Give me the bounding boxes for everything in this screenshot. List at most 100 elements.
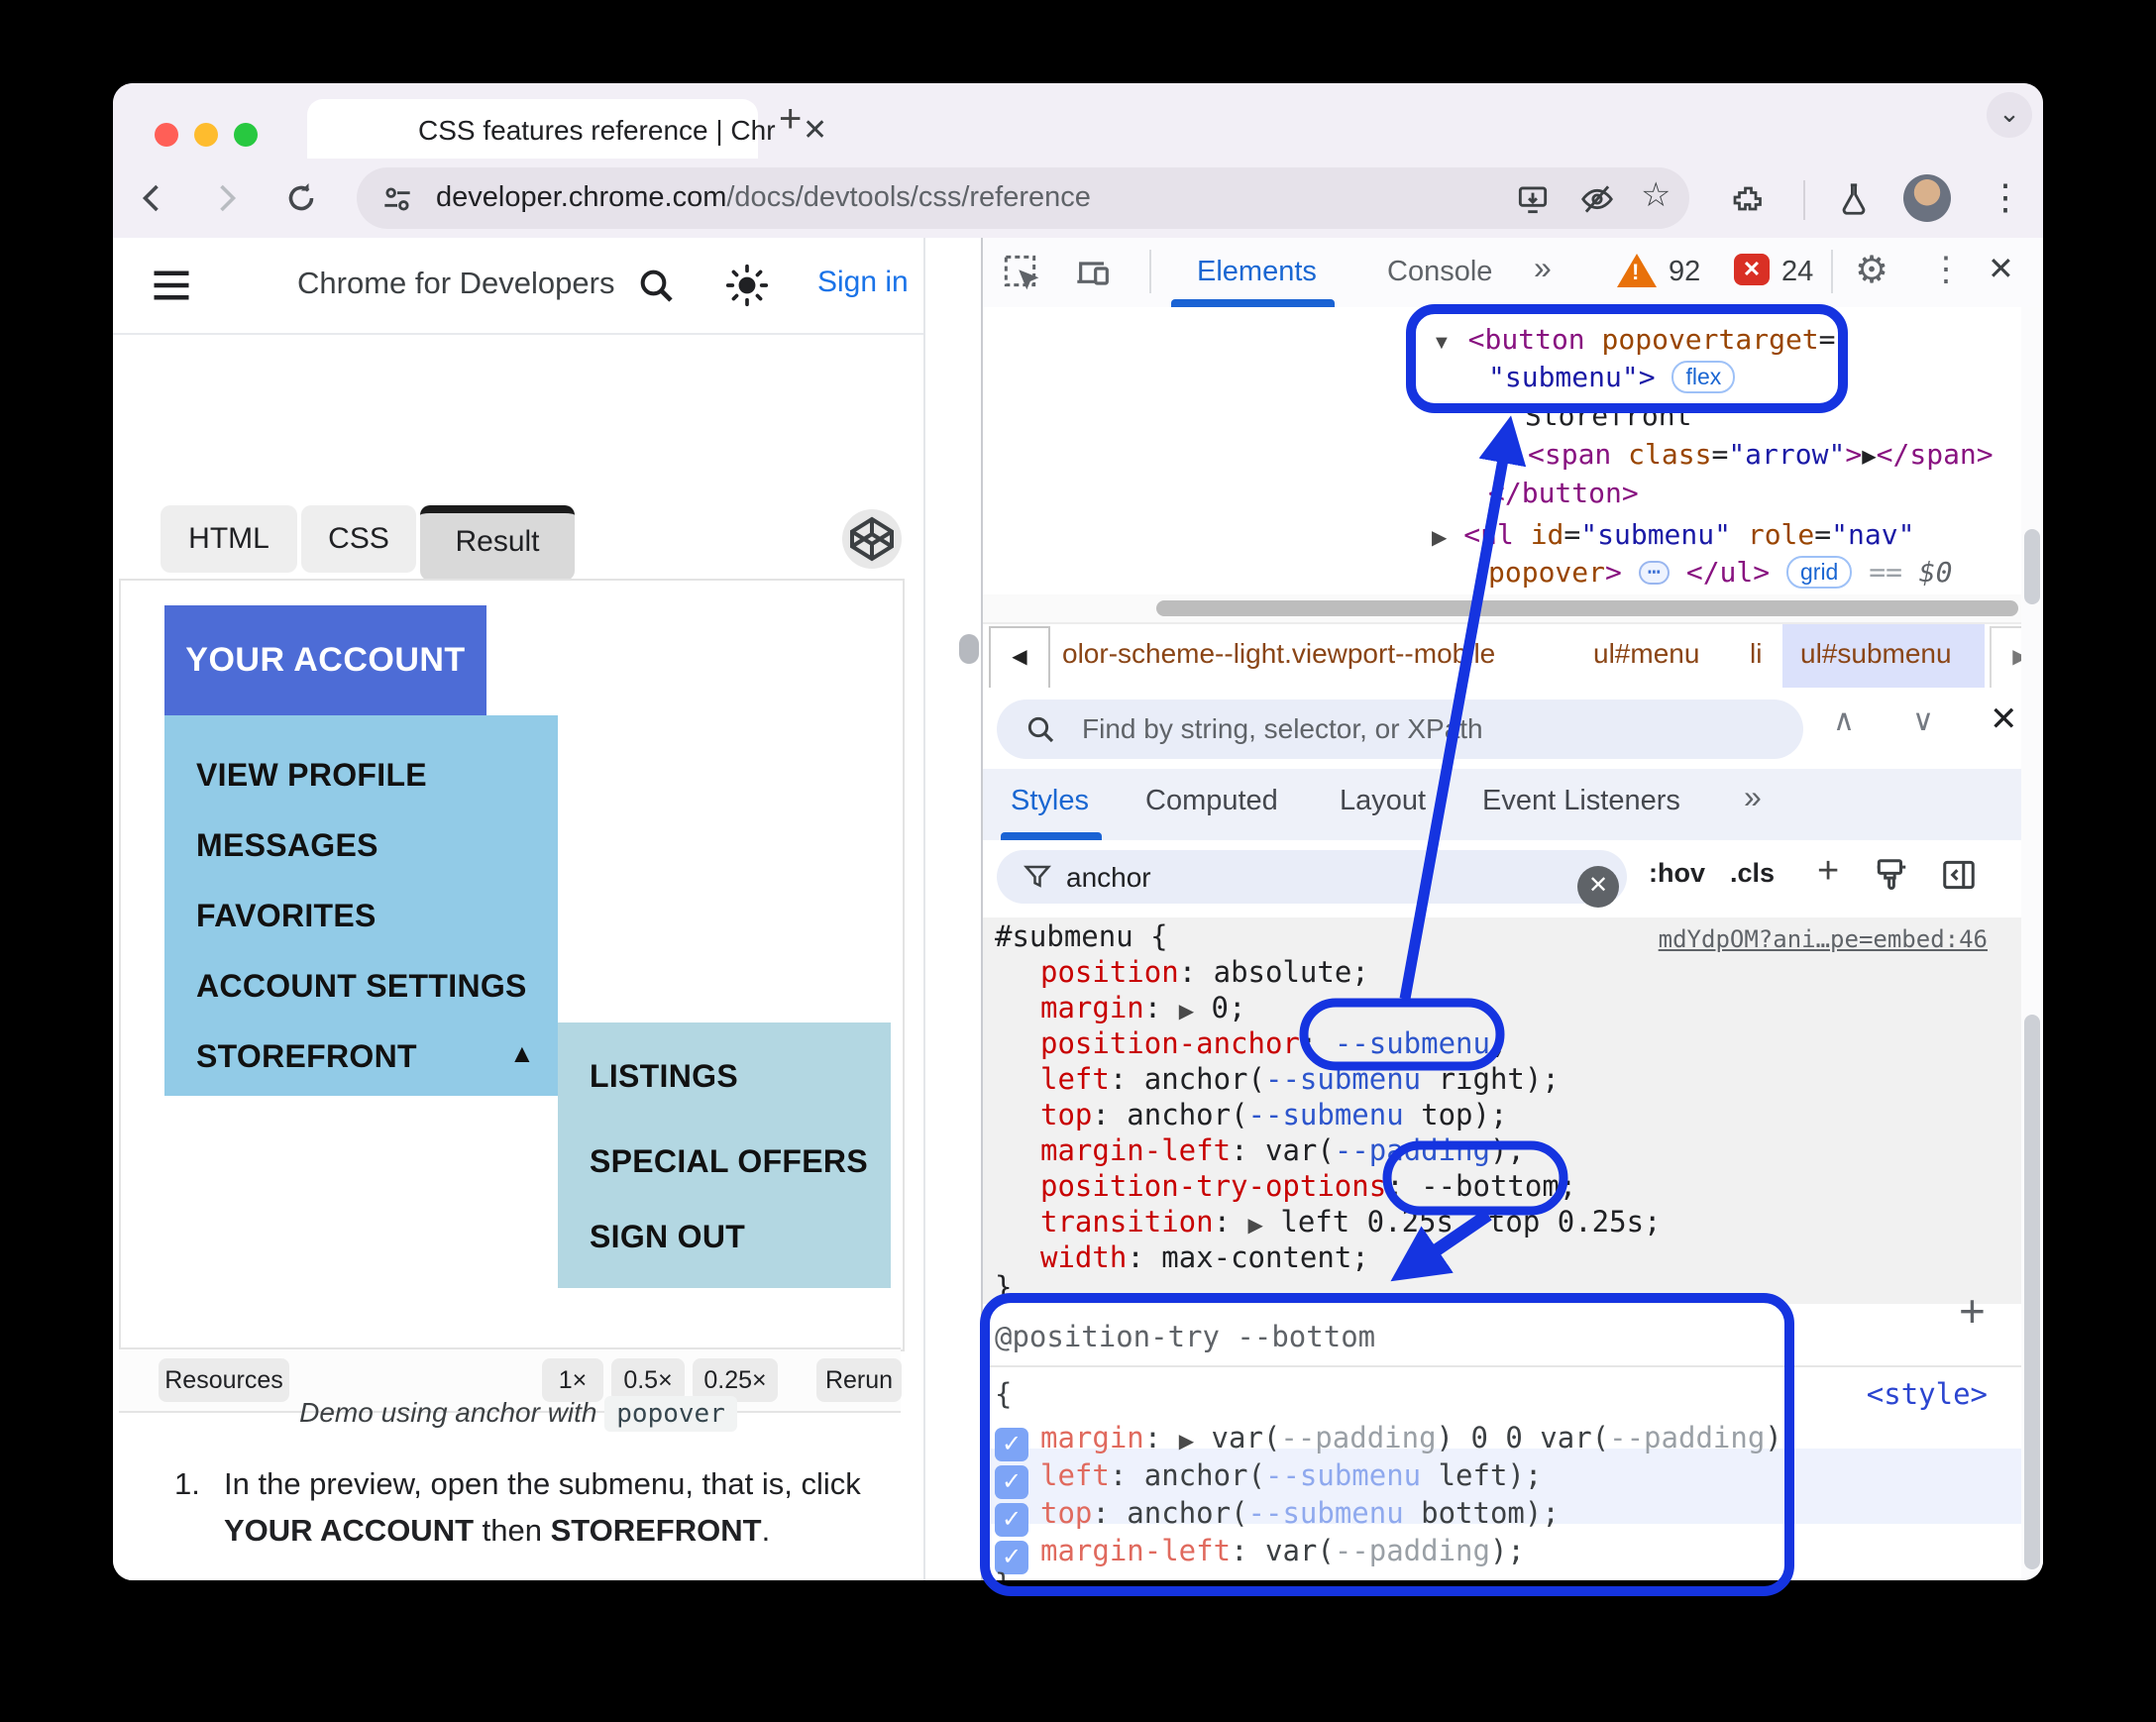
tab-layout[interactable]: Layout — [1340, 785, 1426, 817]
expand-shorthand-icon[interactable]: ▶ — [1179, 1001, 1194, 1022]
more-sidebar-tabs-icon[interactable]: » — [1744, 779, 1762, 815]
inspect-element-icon[interactable] — [1003, 254, 1042, 293]
decl-transition[interactable]: transition: ▶ left 0.25s, top 0.25s; — [1040, 1205, 1662, 1238]
styles-scrollbar-thumb[interactable] — [2024, 1015, 2040, 1569]
minimize-traffic-light[interactable] — [194, 123, 218, 147]
menu-item-favorites[interactable]: FAVORITES — [196, 898, 377, 934]
rerun-button[interactable]: Rerun — [816, 1358, 902, 1402]
hamburger-menu-icon[interactable] — [151, 268, 192, 303]
var-submenu[interactable]: --submenu — [1248, 1098, 1404, 1131]
breadcrumb-item-body[interactable]: olor-scheme--light.viewport--mobile — [1062, 638, 1495, 670]
menu-item-sign-out[interactable]: SIGN OUT — [590, 1219, 745, 1255]
menu-item-listings[interactable]: LISTINGS — [590, 1058, 738, 1095]
tab-search-chevron-icon[interactable]: ⌄ — [1987, 92, 2032, 138]
decl-margin-left[interactable]: margin-left: var(--padding); — [1040, 1133, 1525, 1167]
stylesheet-source-link[interactable]: mdYdpOM?ani…pe=embed:46 — [1659, 925, 1988, 953]
expand-shorthand-icon[interactable]: ▶ — [1179, 1431, 1194, 1453]
bookmark-star-icon[interactable]: ☆ — [1641, 175, 1671, 215]
clear-filter-icon[interactable]: ✕ — [1577, 866, 1619, 908]
more-tabs-icon[interactable]: » — [1534, 250, 1552, 286]
dom-scrollbar-thumb[interactable] — [2024, 529, 2040, 604]
filter-input[interactable]: anchor ✕ — [997, 850, 1627, 908]
devtools-menu-dots-icon[interactable]: ⋮ — [1929, 250, 1963, 289]
new-style-rule-icon[interactable]: + — [1817, 850, 1839, 893]
error-icon[interactable]: ✕ — [1734, 254, 1770, 285]
add-style-rule-icon[interactable]: + — [1959, 1284, 1986, 1338]
new-tab-button[interactable]: + — [779, 97, 802, 142]
rendering-brush-icon[interactable] — [1873, 856, 1910, 894]
devtools-scrollbar[interactable] — [2021, 307, 2043, 1580]
var-submenu[interactable]: --submenu — [1265, 1062, 1421, 1096]
toggle-class-button[interactable]: .cls — [1730, 858, 1775, 889]
decl-width[interactable]: width: max-content; — [1040, 1240, 1369, 1274]
expand-children-icon[interactable]: ⋯ — [1638, 561, 1670, 585]
warning-icon[interactable] — [1617, 254, 1657, 287]
page-scrollbar-thumb[interactable] — [959, 634, 979, 664]
breadcrumb-item-li[interactable]: li — [1750, 638, 1762, 670]
try-decl-left[interactable]: ✓ left: anchor(--submenu left); — [995, 1458, 1542, 1499]
dom-text-storefront[interactable]: "Storefront " — [1508, 399, 1725, 432]
menu-item-account-settings[interactable]: ACCOUNT SETTINGS — [196, 968, 527, 1005]
tab-css[interactable]: CSS — [301, 505, 416, 573]
tab-computed[interactable]: Computed — [1145, 785, 1278, 817]
find-previous-icon[interactable]: ∧ — [1833, 703, 1855, 738]
breadcrumb-item-ul-submenu[interactable]: ul#submenu — [1800, 638, 1952, 670]
error-count[interactable]: 24 — [1781, 256, 1813, 288]
decl-position[interactable]: position: absolute; — [1040, 955, 1369, 989]
tab-styles[interactable]: Styles — [1011, 785, 1089, 817]
profile-avatar[interactable] — [1903, 174, 1951, 222]
dom-node-ul-submenu[interactable]: ▶ <ul id="submenu" role="nav" — [1432, 518, 1914, 551]
reload-icon[interactable] — [283, 180, 319, 216]
decl-top[interactable]: top: anchor(--submenu top); — [1040, 1098, 1507, 1131]
back-icon[interactable] — [135, 180, 170, 216]
tab-event-listeners[interactable]: Event Listeners — [1482, 785, 1680, 817]
browser-tab[interactable]: CSS features reference | Chr ✕ — [307, 99, 827, 159]
decl-margin[interactable]: margin: ▶ 0; — [1040, 991, 1245, 1024]
find-input[interactable]: Find by string, selector, or XPath — [997, 700, 1803, 759]
decl-position-anchor[interactable]: position-anchor: --submenu; — [1040, 1026, 1507, 1060]
menu-item-messages[interactable]: MESSAGES — [196, 827, 378, 864]
brand-title[interactable]: Chrome for Developers — [297, 266, 614, 301]
codepen-icon[interactable] — [842, 509, 902, 569]
warning-count[interactable]: 92 — [1669, 256, 1700, 288]
expand-arrow-icon[interactable]: ▶ — [1432, 527, 1447, 549]
menu-item-storefront[interactable]: STOREFRONT — [196, 1038, 417, 1075]
at-rule-header[interactable]: @position-try --bottom — [995, 1320, 1375, 1353]
experiments-flask-icon[interactable] — [1835, 180, 1873, 218]
resources-button[interactable]: Resources — [159, 1358, 289, 1402]
dom-close-button[interactable]: </button> — [1488, 477, 1639, 509]
var-padding[interactable]: --padding — [1335, 1133, 1490, 1167]
rule-selector[interactable]: #submenu { — [995, 919, 1168, 953]
decl-left[interactable]: left: anchor(--submenu right); — [1040, 1062, 1560, 1096]
tab-elements[interactable]: Elements — [1197, 256, 1317, 288]
menu-item-view-profile[interactable]: VIEW PROFILE — [196, 757, 427, 794]
declaration-checkbox[interactable]: ✓ — [995, 1465, 1028, 1499]
dom-node-button[interactable]: ▼ <button popovertarget= — [1432, 323, 1836, 356]
site-settings-icon[interactable] — [378, 180, 416, 218]
toggle-hover-button[interactable]: :hov — [1649, 858, 1705, 889]
browser-menu-dots-icon[interactable]: ⋮ — [1988, 176, 2023, 218]
your-account-button[interactable]: YOUR ACCOUNT — [164, 605, 486, 715]
dom-hscrollbar-thumb[interactable] — [1156, 600, 2018, 616]
try-decl-margin-left[interactable]: ✓ margin-left: var(--padding); — [995, 1534, 1525, 1574]
style-tag-link[interactable]: <style> — [1867, 1377, 1988, 1411]
zoom-traffic-light[interactable] — [234, 123, 258, 147]
address-bar[interactable]: developer.chrome.com/docs/devtools/css/r… — [357, 167, 1689, 229]
var-submenu[interactable]: --submenu — [1335, 1026, 1490, 1060]
dock-sidebar-icon[interactable] — [1940, 856, 1978, 894]
tab-html[interactable]: HTML — [161, 505, 297, 573]
flex-badge[interactable]: flex — [1671, 361, 1736, 393]
close-devtools-icon[interactable]: ✕ — [1988, 250, 2014, 287]
find-next-icon[interactable]: ∨ — [1912, 703, 1934, 738]
scale-1x-button[interactable]: 1× — [542, 1358, 603, 1402]
try-decl-top[interactable]: ✓ top: anchor(--submenu bottom); — [995, 1496, 1560, 1537]
find-close-icon[interactable]: ✕ — [1990, 700, 2018, 739]
dom-node-button-2[interactable]: "submenu"> flex — [1488, 361, 1736, 393]
breadcrumb-scroll-left-icon[interactable]: ◀ — [989, 626, 1050, 690]
settings-gear-icon[interactable]: ⚙ — [1855, 248, 1888, 292]
declaration-checkbox[interactable]: ✓ — [995, 1503, 1028, 1537]
theme-sun-icon[interactable] — [725, 264, 769, 307]
dom-node-ul-line2[interactable]: popover> ⋯ </ul> grid == $0 — [1488, 556, 1953, 589]
password-eye-off-icon[interactable] — [1578, 180, 1616, 218]
tab-console[interactable]: Console — [1387, 256, 1492, 288]
